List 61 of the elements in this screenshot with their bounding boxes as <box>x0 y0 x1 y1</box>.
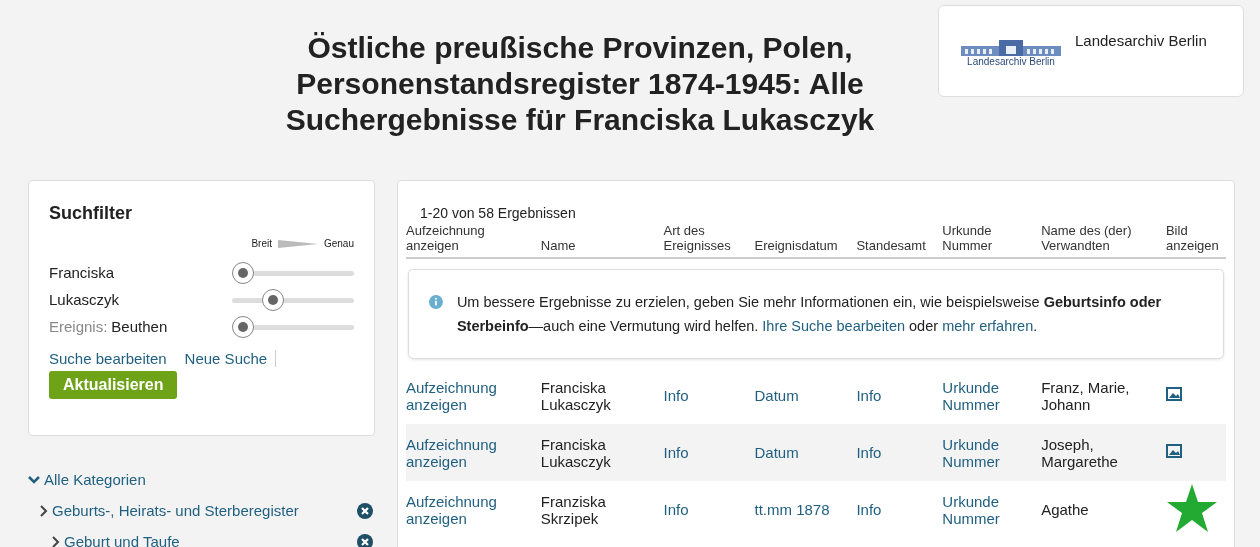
table-cell-text: Franz, Marie, Johann <box>1041 378 1131 413</box>
term-label: Lukasczyk <box>49 291 120 308</box>
slider-thumb[interactable] <box>262 288 284 311</box>
precision-slider[interactable] <box>232 315 354 338</box>
column-header: Standesamt <box>856 238 926 253</box>
column-header: Aufzeichnung anzeigen <box>406 223 485 253</box>
table-cell: Franziska Skrzipek <box>540 492 606 527</box>
office-link[interactable]: Info <box>856 444 882 461</box>
category-link[interactable]: Geburts-, Heirats- und Sterberegister <box>52 502 299 519</box>
image-icon[interactable] <box>1165 444 1182 458</box>
term-label: Ereignis: Beuthen <box>49 318 168 335</box>
scale-label: Breit <box>251 238 272 249</box>
filter-link[interactable]: Suche bearbeiten <box>49 350 167 367</box>
remove-icon[interactable] <box>357 533 373 547</box>
precision-slider[interactable] <box>232 288 354 311</box>
table-cell: Franciska Lukasczyk <box>540 378 611 413</box>
result-count: 1-20 von 58 Ergebnissen <box>420 205 577 221</box>
building-logo-icon <box>961 40 1061 56</box>
event-link[interactable]: Info <box>663 387 689 404</box>
date-link[interactable]: tt.mm 1878 <box>754 501 830 518</box>
column-header: Name <box>540 238 576 253</box>
date-link[interactable]: Datum <box>754 387 799 404</box>
category-link[interactable]: Geburt und Taufe <box>64 533 180 547</box>
certificate-link[interactable]: Urkunde Nummer <box>942 435 1042 470</box>
archive-name: Landesarchiv Berlin <box>1075 32 1207 49</box>
column-header: Bild anzeigen <box>1165 223 1219 253</box>
scale-label: Genau <box>323 238 354 249</box>
event-link[interactable]: Info <box>663 501 689 518</box>
event-link[interactable]: Info <box>663 444 689 461</box>
star-icon <box>1165 483 1218 533</box>
image-icon[interactable] <box>1165 387 1182 401</box>
record-link[interactable]: Aufzeichnung anzeigen <box>406 378 541 413</box>
record-link[interactable]: Aufzeichnung anzeigen <box>406 435 541 470</box>
column-header: Ereignisdatum <box>754 238 838 253</box>
record-link[interactable]: Aufzeichnung anzeigen <box>406 492 541 527</box>
notice-text: Um bessere Ergebnisse zu erzielen, geben Sie mehr Informationen ein, wie beispielsweise Geburtsinfo oder Sterbeinfo—auch eine Vermutung wird helfen. Ihre Suche bearbeiten oder mehr erfahren. <box>456 290 1203 338</box>
slider-thumb[interactable] <box>232 261 254 284</box>
notice-link[interactable]: Ihre Suche bearbeiten <box>762 314 906 338</box>
remove-icon[interactable] <box>357 502 373 519</box>
filter-link[interactable]: Neue Suche <box>184 350 277 367</box>
office-link[interactable]: Info <box>856 501 882 518</box>
column-header: Art des Ereignisses <box>663 223 731 253</box>
table-cell: Agathe <box>1041 501 1089 518</box>
table-cell-text: Joseph, Margarethe <box>1041 435 1119 470</box>
page-title: Östliche preußische Provinzen, Polen, Personenstandsregister 1874-1945: Alle Suchergebnisse für Franciska Lukasczyk <box>284 30 876 138</box>
category-link[interactable]: Alle Kategorien <box>44 471 146 488</box>
date-link[interactable]: Datum <box>754 444 799 461</box>
chevron-right-icon[interactable] <box>52 535 60 547</box>
column-header: Urkunde Nummer <box>942 223 993 253</box>
certificate-link[interactable]: Urkunde Nummer <box>942 378 1042 413</box>
office-link[interactable]: Info <box>856 387 882 404</box>
term-label: Franciska <box>49 264 115 281</box>
logo-text: Landesarchiv Berlin <box>967 56 1055 67</box>
table-cell: Franciska Lukasczyk <box>540 435 611 470</box>
slider-thumb[interactable] <box>232 315 254 338</box>
certificate-link[interactable]: Urkunde Nummer <box>942 492 1042 527</box>
filter-title: Suchfilter <box>49 203 133 224</box>
chevron-right-icon[interactable] <box>40 504 48 517</box>
chevron-down-icon[interactable] <box>28 475 40 484</box>
precision-slider[interactable] <box>232 261 354 284</box>
column-header: Name des (der) Verwandten <box>1041 223 1132 253</box>
